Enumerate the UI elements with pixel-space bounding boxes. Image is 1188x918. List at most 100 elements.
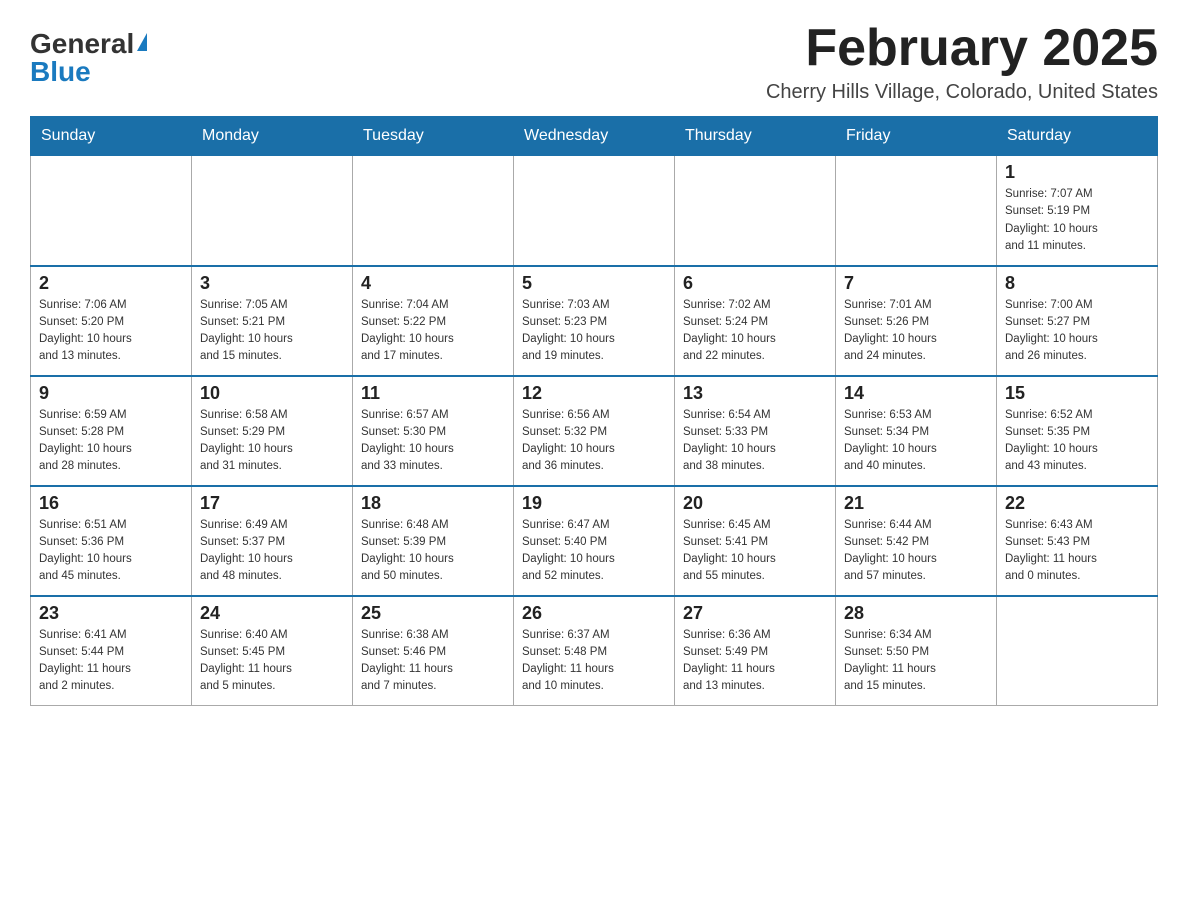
calendar-cell: 8 Sunrise: 7:00 AM Sunset: 5:27 PM Daylig…: [997, 266, 1158, 376]
location-text: Cherry Hills Village, Colorado, United S…: [766, 81, 1158, 104]
calendar-cell: 22 Sunrise: 6:43 AM Sunset: 5:43 PM Dayli…: [997, 486, 1158, 596]
day-number: 23: [39, 603, 183, 624]
weekday-header-sunday: Sunday: [31, 117, 192, 156]
day-info: Sunrise: 6:47 AM Sunset: 5:40 PM Dayligh…: [522, 517, 666, 586]
calendar-cell: 16 Sunrise: 6:51 AM Sunset: 5:36 PM Dayli…: [31, 486, 192, 596]
weekday-header-wednesday: Wednesday: [514, 117, 675, 156]
logo-blue-text: Blue: [30, 58, 91, 86]
calendar-cell: 24Sunrise: 6:40 AM Sunset: 5:45 PM Dayli…: [192, 596, 353, 706]
day-number: 10: [200, 383, 344, 404]
calendar-cell: [997, 596, 1158, 706]
calendar-week-row-4: 16 Sunrise: 6:51 AM Sunset: 5:36 PM Dayli…: [31, 486, 1158, 596]
calendar-table: SundayMondayTuesdayWednesdayThursdayFrid…: [30, 116, 1158, 706]
day-info: Sunrise: 6:36 AM Sunset: 5:49 PM Dayligh…: [683, 627, 827, 696]
day-info: Sunrise: 6:54 AM Sunset: 5:33 PM Dayligh…: [683, 407, 827, 476]
day-info: Sunrise: 6:43 AM Sunset: 5:43 PM Dayligh…: [1005, 517, 1149, 586]
calendar-cell: 17 Sunrise: 6:49 AM Sunset: 5:37 PM Dayli…: [192, 486, 353, 596]
calendar-cell: 1 Sunrise: 7:07 AM Sunset: 5:19 PM Daylig…: [997, 156, 1158, 266]
logo-general-text: General: [30, 30, 134, 58]
calendar-cell: 13Sunrise: 6:54 AM Sunset: 5:33 PM Dayli…: [675, 376, 836, 486]
calendar-week-row-5: 23 Sunrise: 6:41 AM Sunset: 5:44 PM Dayli…: [31, 596, 1158, 706]
day-number: 6: [683, 273, 827, 294]
day-number: 20: [683, 493, 827, 514]
calendar-cell: 25 Sunrise: 6:38 AM Sunset: 5:46 PM Dayli…: [353, 596, 514, 706]
day-info: Sunrise: 7:06 AM Sunset: 5:20 PM Dayligh…: [39, 297, 183, 366]
day-info: Sunrise: 6:51 AM Sunset: 5:36 PM Dayligh…: [39, 517, 183, 586]
day-info: Sunrise: 6:45 AM Sunset: 5:41 PM Dayligh…: [683, 517, 827, 586]
calendar-cell: [31, 156, 192, 266]
day-info: Sunrise: 6:44 AM Sunset: 5:42 PM Dayligh…: [844, 517, 988, 586]
calendar-cell: 4 Sunrise: 7:04 AM Sunset: 5:22 PM Daylig…: [353, 266, 514, 376]
calendar-cell: 28 Sunrise: 6:34 AM Sunset: 5:50 PM Dayli…: [836, 596, 997, 706]
calendar-cell: 11 Sunrise: 6:57 AM Sunset: 5:30 PM Dayli…: [353, 376, 514, 486]
day-info: Sunrise: 6:48 AM Sunset: 5:39 PM Dayligh…: [361, 517, 505, 586]
day-info: Sunrise: 7:02 AM Sunset: 5:24 PM Dayligh…: [683, 297, 827, 366]
day-number: 12: [522, 383, 666, 404]
calendar-cell: [514, 156, 675, 266]
day-number: 2: [39, 273, 183, 294]
logo-triangle-icon: [137, 33, 147, 51]
month-title: February 2025: [766, 20, 1158, 77]
calendar-cell: 27 Sunrise: 6:36 AM Sunset: 5:49 PM Dayli…: [675, 596, 836, 706]
day-info: Sunrise: 6:38 AM Sunset: 5:46 PM Dayligh…: [361, 627, 505, 696]
day-info: Sunrise: 6:58 AM Sunset: 5:29 PM Dayligh…: [200, 407, 344, 476]
day-number: 24: [200, 603, 344, 624]
day-info: Sunrise: 7:01 AM Sunset: 5:26 PM Dayligh…: [844, 297, 988, 366]
day-info: Sunrise: 6:57 AM Sunset: 5:30 PM Dayligh…: [361, 407, 505, 476]
calendar-cell: [675, 156, 836, 266]
logo: General Blue: [30, 20, 147, 86]
day-number: 8: [1005, 273, 1149, 294]
day-number: 14: [844, 383, 988, 404]
weekday-header-monday: Monday: [192, 117, 353, 156]
day-info: Sunrise: 7:04 AM Sunset: 5:22 PM Dayligh…: [361, 297, 505, 366]
weekday-header-row: SundayMondayTuesdayWednesdayThursdayFrid…: [31, 117, 1158, 156]
calendar-cell: 21 Sunrise: 6:44 AM Sunset: 5:42 PM Dayli…: [836, 486, 997, 596]
day-info: Sunrise: 6:41 AM Sunset: 5:44 PM Dayligh…: [39, 627, 183, 696]
day-number: 16: [39, 493, 183, 514]
weekday-header-saturday: Saturday: [997, 117, 1158, 156]
weekday-header-friday: Friday: [836, 117, 997, 156]
day-number: 21: [844, 493, 988, 514]
calendar-cell: 23 Sunrise: 6:41 AM Sunset: 5:44 PM Dayli…: [31, 596, 192, 706]
title-block: February 2025 Cherry Hills Village, Colo…: [766, 20, 1158, 104]
calendar-cell: 5 Sunrise: 7:03 AM Sunset: 5:23 PM Daylig…: [514, 266, 675, 376]
day-info: Sunrise: 7:00 AM Sunset: 5:27 PM Dayligh…: [1005, 297, 1149, 366]
day-number: 27: [683, 603, 827, 624]
day-info: Sunrise: 7:05 AM Sunset: 5:21 PM Dayligh…: [200, 297, 344, 366]
calendar-cell: 14 Sunrise: 6:53 AM Sunset: 5:34 PM Dayli…: [836, 376, 997, 486]
weekday-header-tuesday: Tuesday: [353, 117, 514, 156]
calendar-week-row-3: 9Sunrise: 6:59 AM Sunset: 5:28 PM Daylig…: [31, 376, 1158, 486]
calendar-cell: [353, 156, 514, 266]
day-number: 1: [1005, 162, 1149, 183]
day-number: 3: [200, 273, 344, 294]
day-info: Sunrise: 6:53 AM Sunset: 5:34 PM Dayligh…: [844, 407, 988, 476]
day-info: Sunrise: 7:03 AM Sunset: 5:23 PM Dayligh…: [522, 297, 666, 366]
calendar-cell: 10 Sunrise: 6:58 AM Sunset: 5:29 PM Dayli…: [192, 376, 353, 486]
day-number: 26: [522, 603, 666, 624]
page-header: General Blue February 2025 Cherry Hills …: [30, 20, 1158, 104]
calendar-cell: 19 Sunrise: 6:47 AM Sunset: 5:40 PM Dayli…: [514, 486, 675, 596]
day-info: Sunrise: 6:56 AM Sunset: 5:32 PM Dayligh…: [522, 407, 666, 476]
day-number: 11: [361, 383, 505, 404]
day-number: 17: [200, 493, 344, 514]
calendar-cell: 12 Sunrise: 6:56 AM Sunset: 5:32 PM Dayli…: [514, 376, 675, 486]
calendar-cell: 20 Sunrise: 6:45 AM Sunset: 5:41 PM Dayli…: [675, 486, 836, 596]
day-number: 28: [844, 603, 988, 624]
day-number: 4: [361, 273, 505, 294]
day-number: 22: [1005, 493, 1149, 514]
day-number: 7: [844, 273, 988, 294]
day-info: Sunrise: 7:07 AM Sunset: 5:19 PM Dayligh…: [1005, 186, 1149, 255]
calendar-cell: 15 Sunrise: 6:52 AM Sunset: 5:35 PM Dayli…: [997, 376, 1158, 486]
day-number: 19: [522, 493, 666, 514]
day-number: 18: [361, 493, 505, 514]
day-info: Sunrise: 6:34 AM Sunset: 5:50 PM Dayligh…: [844, 627, 988, 696]
day-info: Sunrise: 6:52 AM Sunset: 5:35 PM Dayligh…: [1005, 407, 1149, 476]
calendar-cell: 26Sunrise: 6:37 AM Sunset: 5:48 PM Dayli…: [514, 596, 675, 706]
calendar-week-row-2: 2 Sunrise: 7:06 AM Sunset: 5:20 PM Daylig…: [31, 266, 1158, 376]
day-number: 5: [522, 273, 666, 294]
calendar-cell: [192, 156, 353, 266]
calendar-cell: 18 Sunrise: 6:48 AM Sunset: 5:39 PM Dayli…: [353, 486, 514, 596]
day-info: Sunrise: 6:49 AM Sunset: 5:37 PM Dayligh…: [200, 517, 344, 586]
day-number: 25: [361, 603, 505, 624]
day-number: 15: [1005, 383, 1149, 404]
